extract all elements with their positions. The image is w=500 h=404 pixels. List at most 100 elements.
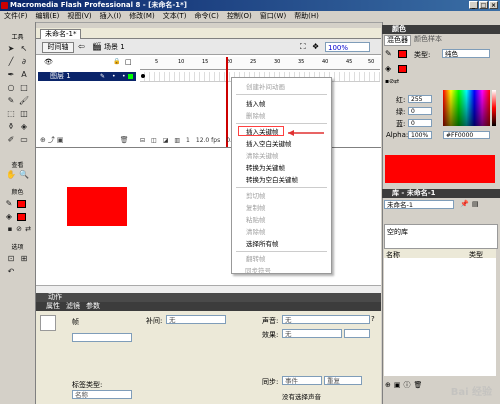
line-tool-icon[interactable]: ╱	[5, 56, 17, 67]
menu-item-insert-keyframe[interactable]: 插入关键帧	[246, 128, 279, 136]
zoom-select[interactable]: 100%	[325, 42, 370, 52]
edit-effect-button[interactable]	[344, 329, 370, 338]
hex-input[interactable]: #FF0000	[443, 131, 490, 139]
fill-swatch[interactable]	[398, 65, 407, 73]
smooth-option-icon[interactable]: ⊞	[18, 253, 30, 264]
tab-filters[interactable]: 滤镜	[66, 302, 80, 311]
tab-parameters[interactable]: 参数	[86, 302, 100, 311]
menu-text[interactable]: 文本(T)	[159, 11, 191, 22]
outline-icon[interactable]: □	[125, 58, 132, 66]
red-input[interactable]: 255	[408, 95, 432, 103]
menu-item-copy-frames[interactable]: 复制帧	[246, 204, 266, 212]
actions-panel-header[interactable]: 动作	[36, 293, 381, 302]
insert-folder-icon[interactable]: ▣	[57, 136, 66, 144]
fill-color-swatch[interactable]	[17, 213, 26, 221]
onion-outline-icon[interactable]: ◪	[163, 137, 169, 144]
menu-insert[interactable]: 插入(I)	[96, 11, 126, 22]
menu-item-clear-keyframe[interactable]: 清除关键帧	[246, 152, 279, 160]
tab-mixer[interactable]: 混色器	[384, 35, 411, 46]
eraser-tool-icon[interactable]: ▭	[18, 134, 30, 145]
menu-item-clear-frames[interactable]: 清除帧	[246, 228, 266, 236]
ink-bottle-tool-icon[interactable]: ⚱	[5, 121, 17, 132]
edit-symbols-icon[interactable]: ❖	[312, 42, 319, 51]
new-library-icon[interactable]: ▤	[472, 200, 479, 208]
pin-icon[interactable]: 📌	[460, 200, 469, 208]
red-rectangle[interactable]	[67, 187, 127, 226]
lock-dot-icon[interactable]: •	[122, 72, 126, 81]
repeat-select[interactable]: 重复	[324, 376, 362, 385]
menu-item-insert-blank-keyframe[interactable]: 插入空白关键帧	[246, 140, 292, 148]
center-frame-icon[interactable]: ⊟	[140, 137, 145, 144]
edit-multiple-icon[interactable]: ▥	[174, 137, 180, 144]
green-input[interactable]: 0	[408, 107, 432, 115]
add-guide-icon[interactable]: ⤴	[48, 136, 57, 144]
color-spectrum[interactable]	[443, 90, 490, 126]
close-button[interactable]: ×	[489, 1, 498, 9]
delete-icon[interactable]: 🗑	[414, 381, 426, 389]
alpha-input[interactable]: 100%	[408, 131, 432, 139]
menu-item-paste-frames[interactable]: 粘贴帧	[246, 216, 266, 224]
sync-select[interactable]: 事件	[282, 376, 322, 385]
timeline-ruler[interactable]: 5 10 15 20 25 30 35 40 45 50	[140, 57, 380, 70]
stroke-swatch[interactable]	[398, 50, 407, 58]
brush-tool-icon[interactable]: 🖌	[18, 95, 30, 106]
menu-item-remove-frames[interactable]: 删除帧	[246, 112, 266, 120]
back-arrow-icon[interactable]: ⇦	[78, 42, 85, 51]
timeline-toggle-button[interactable]: 时间轴	[42, 42, 74, 53]
lasso-tool-icon[interactable]: ∂	[18, 56, 30, 67]
type-select[interactable]: 纯色	[442, 49, 490, 58]
keyframe-icon[interactable]	[141, 74, 145, 78]
free-transform-tool-icon[interactable]: ⬚	[5, 108, 17, 119]
color-panel-header[interactable]: 颜色	[382, 25, 500, 34]
paint-bucket-tool-icon[interactable]: ◈	[18, 121, 30, 132]
menu-item-cut-frames[interactable]: 剪切帧	[246, 192, 266, 200]
selection-tool-icon[interactable]: ➤	[5, 43, 17, 54]
menu-modify[interactable]: 修改(M)	[125, 11, 159, 22]
hand-tool-icon[interactable]: ✋	[5, 169, 17, 180]
menu-item-create-motion-tween[interactable]: 创建补间动画	[246, 83, 285, 91]
default-colors-icon[interactable]: ▪⊘⇄	[385, 78, 399, 85]
pencil-tool-icon[interactable]: ✎	[5, 95, 17, 106]
menu-item-sync-symbols[interactable]: 同步符号	[245, 265, 271, 275]
rectangle-tool-icon[interactable]: □	[18, 82, 30, 93]
visible-dot-icon[interactable]: •	[112, 72, 116, 81]
edit-scene-icon[interactable]: ⛶	[300, 42, 306, 52]
library-list[interactable]	[384, 258, 496, 376]
minimize-button[interactable]: _	[469, 1, 478, 9]
help-icon[interactable]: ?	[371, 315, 375, 323]
frame-name-input[interactable]	[72, 333, 132, 342]
label-type-select[interactable]: 名称	[72, 390, 132, 399]
fill-transform-tool-icon[interactable]: ◫	[18, 108, 30, 119]
library-doc-select[interactable]: 未命名-1	[384, 200, 454, 209]
delete-layer-icon[interactable]: 🗑	[120, 136, 131, 144]
new-folder-icon[interactable]: ▣	[394, 381, 404, 389]
pen-tool-icon[interactable]: ✒	[5, 69, 17, 80]
menu-edit[interactable]: 编辑(E)	[32, 11, 64, 22]
menu-view[interactable]: 视图(V)	[63, 11, 95, 22]
menu-item-select-all-frames[interactable]: 选择所有帧	[246, 240, 279, 248]
maximize-button[interactable]: □	[479, 1, 488, 9]
lock-icon[interactable]: 🔒	[113, 58, 120, 65]
magnet-option-icon[interactable]: ↶	[5, 266, 17, 277]
menu-window[interactable]: 窗口(W)	[256, 11, 290, 22]
new-symbol-icon[interactable]: ⊕	[385, 381, 394, 389]
tab-properties[interactable]: 属性	[46, 302, 60, 311]
brightness-slider[interactable]	[492, 90, 496, 126]
swap-colors-icon[interactable]: ⇄	[22, 224, 34, 235]
oval-tool-icon[interactable]: ○	[5, 82, 17, 93]
menu-control[interactable]: 控制(O)	[223, 11, 256, 22]
menu-help[interactable]: 帮助(H)	[290, 11, 323, 22]
library-panel-header[interactable]: 库 - 未命名-1	[382, 189, 500, 198]
menu-commands[interactable]: 命令(C)	[190, 11, 222, 22]
tween-select[interactable]: 无	[166, 315, 226, 324]
outline-color-icon[interactable]	[128, 74, 133, 79]
sound-select[interactable]: 无	[282, 315, 370, 324]
playhead[interactable]	[226, 57, 228, 147]
onion-skin-icon[interactable]: ◫	[151, 137, 157, 144]
properties-icon[interactable]: ⓘ	[404, 381, 414, 389]
blue-input[interactable]: 0	[408, 119, 432, 127]
text-tool-icon[interactable]: A	[18, 69, 30, 80]
zoom-tool-icon[interactable]: 🔍	[18, 169, 30, 180]
eyedropper-tool-icon[interactable]: ✐	[5, 134, 17, 145]
eye-icon[interactable]: 👁	[44, 58, 53, 66]
